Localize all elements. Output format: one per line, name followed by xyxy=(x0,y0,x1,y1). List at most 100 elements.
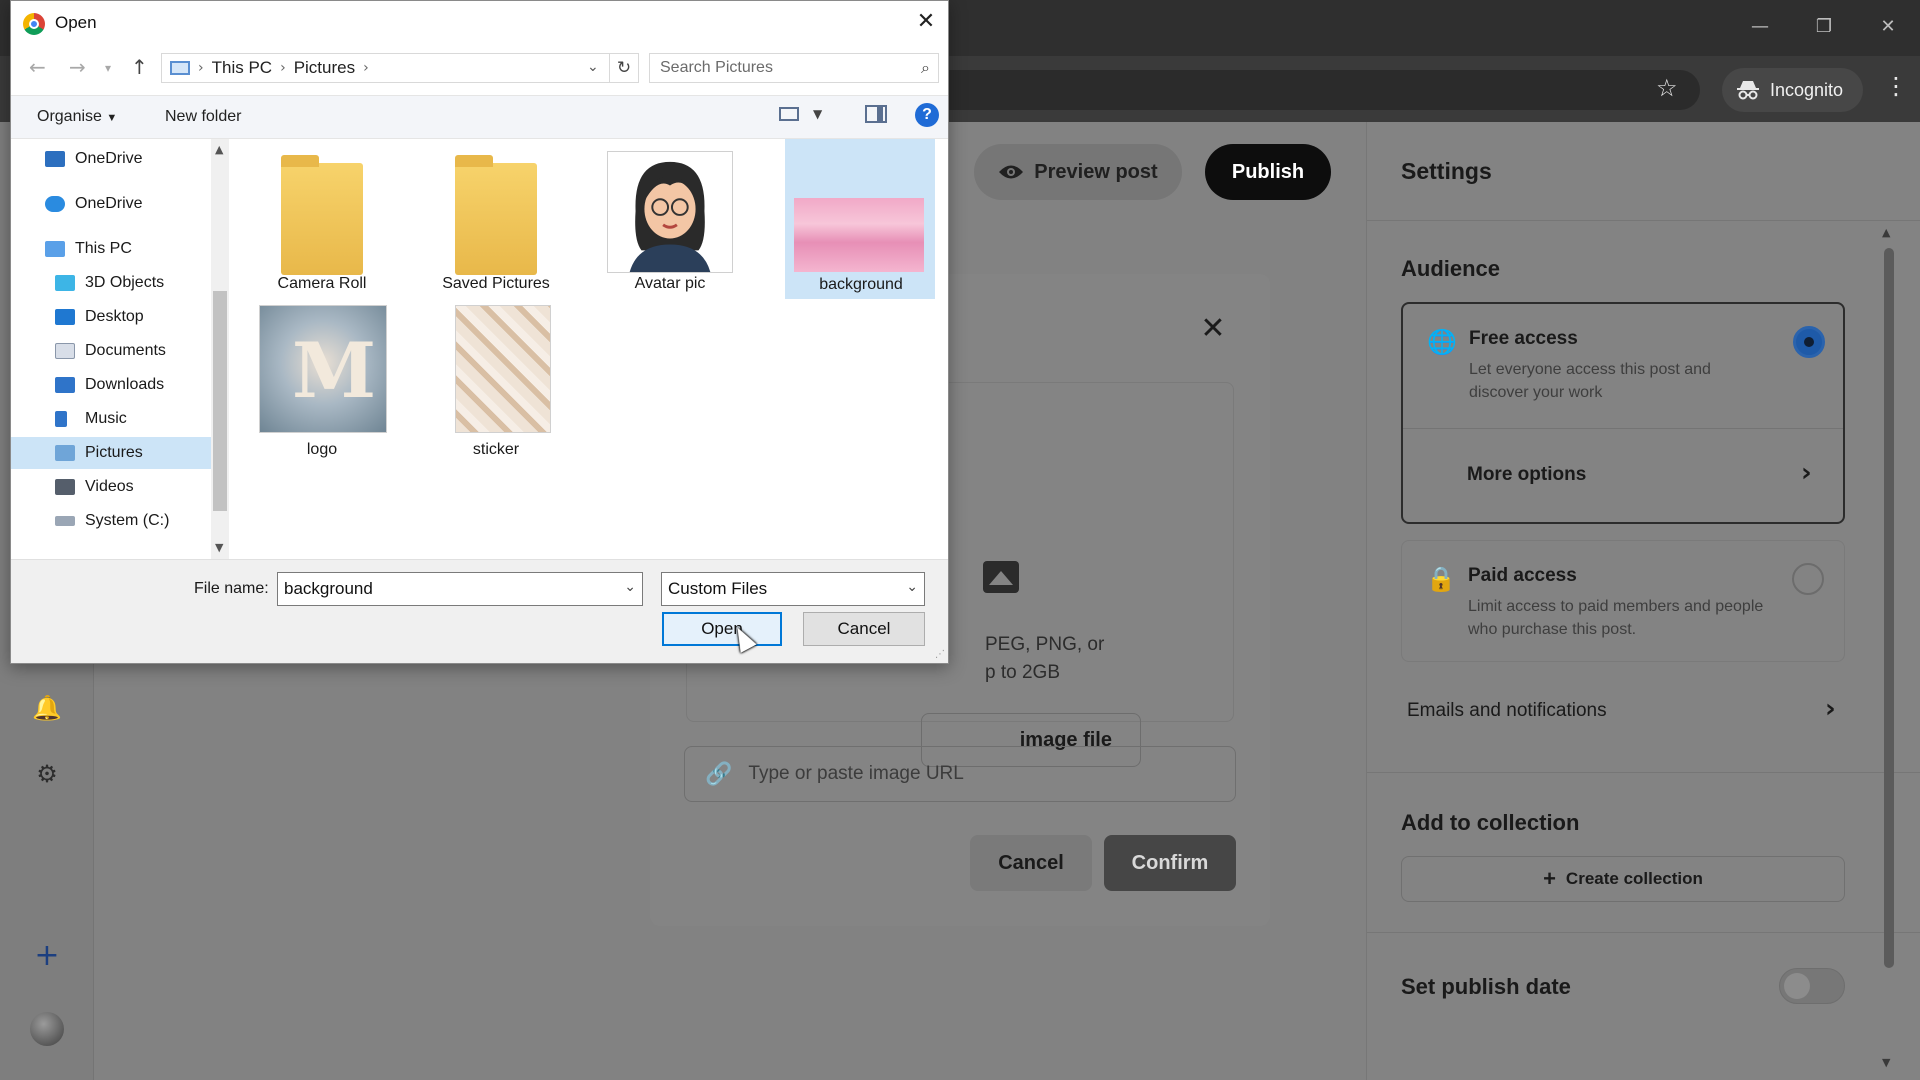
file-item-logo[interactable]: M logo xyxy=(247,305,397,465)
close-icon[interactable]: ✕ xyxy=(1196,312,1230,346)
publish-date-toggle[interactable] xyxy=(1779,968,1845,1004)
nav-item-downloads[interactable]: Downloads xyxy=(11,369,211,401)
cube-icon xyxy=(55,275,75,291)
nav-label: OneDrive xyxy=(75,150,143,167)
image-url-input[interactable] xyxy=(748,763,1209,785)
help-icon[interactable]: ? xyxy=(915,103,939,127)
nav-item-this-pc[interactable]: This PC xyxy=(11,233,211,265)
resize-grip-icon[interactable]: ⋰ xyxy=(935,649,945,660)
file-item-saved-pictures[interactable]: Saved Pictures xyxy=(421,139,571,299)
address-breadcrumb[interactable]: › This PC › Pictures › xyxy=(161,53,639,83)
back-arrow-icon[interactable]: ← xyxy=(29,55,46,79)
nav-label: Desktop xyxy=(85,308,144,325)
nav-label: Documents xyxy=(85,342,166,359)
modal-cancel-button[interactable]: Cancel xyxy=(970,835,1092,891)
file-open-dialog: Open ✕ ← → ▾ ↑ › This PC › Pictures › ⌄ … xyxy=(10,0,949,664)
divider xyxy=(1367,932,1920,933)
scroll-down-arrow-icon[interactable]: ▼ xyxy=(215,541,223,554)
breadcrumb-pictures[interactable]: Pictures xyxy=(294,58,355,78)
free-access-description: Let everyone access this post and discov… xyxy=(1469,361,1711,401)
up-arrow-icon[interactable]: ↑ xyxy=(131,55,148,79)
audience-card: 🌐 Free access Let everyone access this p… xyxy=(1401,302,1845,524)
file-item-background[interactable]: background xyxy=(785,139,935,299)
nav-item-system-c[interactable]: System (C:) xyxy=(11,505,211,537)
file-item-avatar-pic[interactable]: Avatar pic xyxy=(595,139,745,299)
cancel-button[interactable]: Cancel xyxy=(803,612,925,646)
file-label: Saved Pictures xyxy=(442,275,550,292)
incognito-indicator[interactable]: Incognito xyxy=(1722,68,1864,112)
file-name-field[interactable]: ⌄ xyxy=(277,572,643,606)
paid-access-radio[interactable] xyxy=(1792,563,1824,595)
nav-item-desktop[interactable]: Desktop xyxy=(11,301,211,333)
image-url-field[interactable]: 🔗 xyxy=(684,746,1236,802)
nav-label: Pictures xyxy=(85,444,143,461)
file-name-input[interactable] xyxy=(284,579,604,599)
preview-post-button[interactable]: Preview post xyxy=(974,144,1182,200)
search-box[interactable]: ⌕ xyxy=(649,53,939,83)
scroll-up-arrow-icon[interactable]: ▲ xyxy=(215,143,223,156)
breadcrumb-this-pc[interactable]: This PC xyxy=(212,58,272,78)
chevron-right-icon[interactable]: › xyxy=(1825,694,1836,724)
background-thumbnail xyxy=(794,198,924,272)
folder-icon xyxy=(455,155,537,275)
forward-arrow-icon[interactable]: → xyxy=(69,55,86,79)
nav-item-documents[interactable]: Documents xyxy=(11,335,211,367)
avatar[interactable] xyxy=(30,1012,64,1046)
file-item-camera-roll[interactable]: Camera Roll xyxy=(247,139,397,299)
scroll-down-arrow-icon[interactable]: ▼ xyxy=(1882,1056,1890,1069)
open-button[interactable]: Open xyxy=(662,612,782,646)
minimize-icon[interactable]: — xyxy=(1740,12,1780,42)
free-access-radio[interactable] xyxy=(1793,326,1825,358)
more-options-label[interactable]: More options xyxy=(1467,464,1586,486)
path-dropdown-icon[interactable]: ⌄ xyxy=(587,59,599,75)
music-icon xyxy=(55,411,67,427)
paid-access-description: Limit access to paid members and people … xyxy=(1468,598,1764,638)
paid-lock-icon: 🔒 xyxy=(1426,565,1456,593)
pictures-icon xyxy=(55,445,75,461)
view-mode-icon[interactable] xyxy=(779,107,799,121)
navigation-scroll-thumb[interactable] xyxy=(213,291,227,511)
nav-item-onedrive[interactable]: OneDrive xyxy=(11,143,211,175)
sticker-thumbnail xyxy=(455,305,551,433)
publish-button[interactable]: Publish xyxy=(1205,144,1331,200)
chevron-right-icon[interactable]: › xyxy=(1801,458,1812,488)
cloud-icon xyxy=(45,196,65,212)
create-collection-button[interactable]: + Create collection xyxy=(1401,856,1845,902)
chevron-down-icon[interactable]: ⌄ xyxy=(624,579,636,595)
nav-item-pictures[interactable]: Pictures xyxy=(11,437,211,469)
gear-icon[interactable]: ⚙ xyxy=(32,760,62,790)
settings-scrollbar[interactable] xyxy=(1884,248,1894,968)
recent-locations-icon[interactable]: ▾ xyxy=(105,61,111,75)
breadcrumb-separator-icon: › xyxy=(363,60,369,76)
bookmark-star-icon[interactable]: ☆ xyxy=(1656,74,1678,102)
window-close-icon[interactable]: ✕ xyxy=(1868,12,1908,42)
modal-confirm-button[interactable]: Confirm xyxy=(1104,835,1236,891)
file-label: background xyxy=(819,276,903,293)
new-folder-button[interactable]: New folder xyxy=(165,108,241,126)
eye-icon xyxy=(999,165,1024,179)
nav-item-music[interactable]: Music xyxy=(11,403,211,435)
search-icon: ⌕ xyxy=(921,58,930,77)
organise-menu[interactable]: Organise ▼ xyxy=(37,108,117,126)
nav-item-videos[interactable]: Videos xyxy=(11,471,211,503)
nav-item-onedrive-cloud[interactable]: OneDrive xyxy=(11,188,211,220)
scroll-up-arrow-icon[interactable]: ▲ xyxy=(1882,226,1890,239)
preview-pane-icon[interactable] xyxy=(865,105,887,123)
view-dropdown-icon[interactable]: ▼ xyxy=(813,107,822,121)
paid-access-card[interactable]: 🔒 Paid access Limit access to paid membe… xyxy=(1401,540,1845,662)
bell-icon[interactable]: 🔔 xyxy=(32,694,62,724)
close-icon[interactable]: ✕ xyxy=(911,7,941,37)
globe-icon: 🌐 xyxy=(1427,328,1457,356)
refresh-icon[interactable]: ↻ xyxy=(609,53,639,83)
file-type-select[interactable]: Custom Files ⌄ xyxy=(661,572,925,606)
nav-label: Videos xyxy=(85,478,134,495)
nav-item-3d-objects[interactable]: 3D Objects xyxy=(11,267,211,299)
kebab-menu-icon[interactable]: ⋮ xyxy=(1884,72,1908,100)
address-bar[interactable] xyxy=(900,70,1700,110)
file-item-sticker[interactable]: sticker xyxy=(421,305,571,465)
plus-icon[interactable]: + xyxy=(32,938,62,973)
restore-icon[interactable]: ❐ xyxy=(1804,12,1844,42)
search-input[interactable] xyxy=(660,59,910,77)
emails-notifications-label[interactable]: Emails and notifications xyxy=(1407,700,1607,722)
chrome-app-icon xyxy=(23,13,45,35)
